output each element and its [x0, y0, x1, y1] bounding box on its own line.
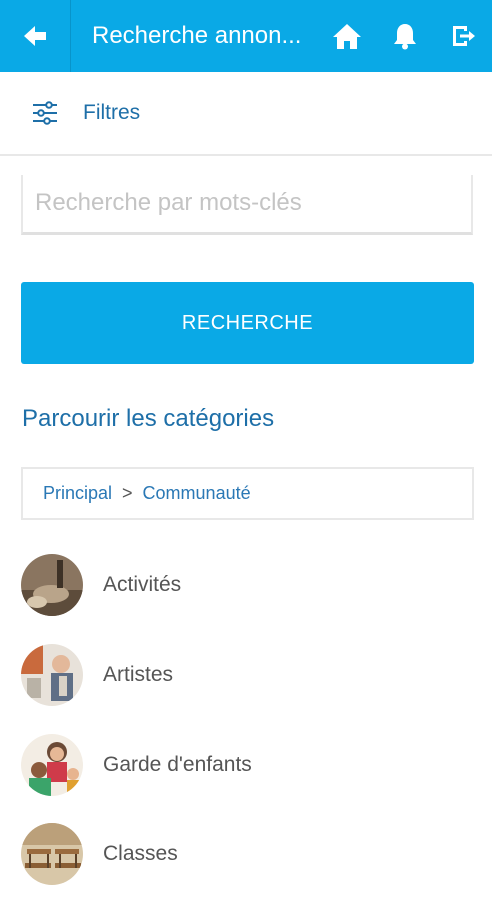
- category-item-activites[interactable]: Activités: [21, 553, 471, 617]
- home-button[interactable]: [318, 0, 376, 72]
- sliders-icon: [33, 101, 57, 125]
- category-thumbnail: [21, 734, 83, 796]
- search-field: [21, 175, 473, 235]
- notifications-button[interactable]: [376, 0, 434, 72]
- category-label: Activités: [103, 573, 182, 596]
- category-thumbnail: [21, 823, 83, 885]
- page-title: Recherche annon...: [92, 22, 302, 49]
- category-thumbnail: [21, 644, 83, 706]
- back-arrow-icon: [24, 26, 46, 46]
- category-item-garde-enfants[interactable]: Garde d'enfants: [21, 733, 471, 797]
- logout-button[interactable]: [434, 0, 492, 72]
- filters-row[interactable]: Filtres: [0, 72, 492, 156]
- app-bar-actions: [318, 0, 492, 72]
- breadcrumb-item-communaute[interactable]: Communauté: [143, 483, 251, 504]
- category-label: Classes: [103, 842, 178, 865]
- breadcrumb: Principal > Communauté: [21, 467, 474, 520]
- search-button[interactable]: RECHERCHE: [21, 282, 474, 364]
- logout-icon: [453, 26, 475, 46]
- filters-label: Filtres: [83, 101, 141, 124]
- category-label: Garde d'enfants: [103, 753, 252, 776]
- bell-icon: [394, 24, 416, 50]
- breadcrumb-item-principal[interactable]: Principal: [43, 483, 112, 504]
- home-icon: [333, 24, 361, 49]
- back-button[interactable]: [0, 0, 71, 72]
- search-input[interactable]: [23, 175, 463, 231]
- category-item-classes[interactable]: Classes: [21, 822, 471, 886]
- category-item-artistes[interactable]: Artistes: [21, 643, 471, 707]
- breadcrumb-separator: >: [122, 483, 133, 503]
- category-label: Artistes: [103, 663, 174, 686]
- app-bar: Recherche annon...: [0, 0, 492, 72]
- categories-heading: Parcourir les catégories: [22, 405, 275, 432]
- category-thumbnail: [21, 554, 83, 616]
